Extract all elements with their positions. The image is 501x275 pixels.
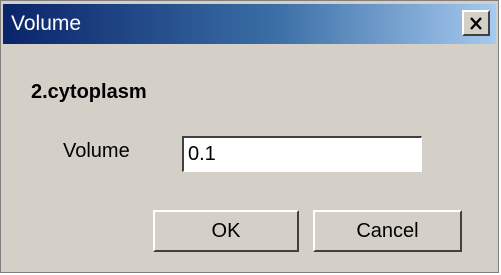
close-x-icon: [470, 16, 482, 30]
volume-input[interactable]: [182, 136, 422, 172]
volume-label: Volume: [63, 140, 130, 162]
window-title: Volume: [11, 12, 82, 35]
title-bar[interactable]: Volume: [3, 4, 496, 44]
compartment-name: 2.cytoplasm: [31, 81, 147, 103]
ok-button[interactable]: OK: [153, 210, 299, 252]
close-button[interactable]: [462, 10, 490, 36]
volume-dialog: Volume 2.cytoplasm Volume OK Cancel: [0, 0, 499, 273]
cancel-button[interactable]: Cancel: [313, 210, 462, 252]
